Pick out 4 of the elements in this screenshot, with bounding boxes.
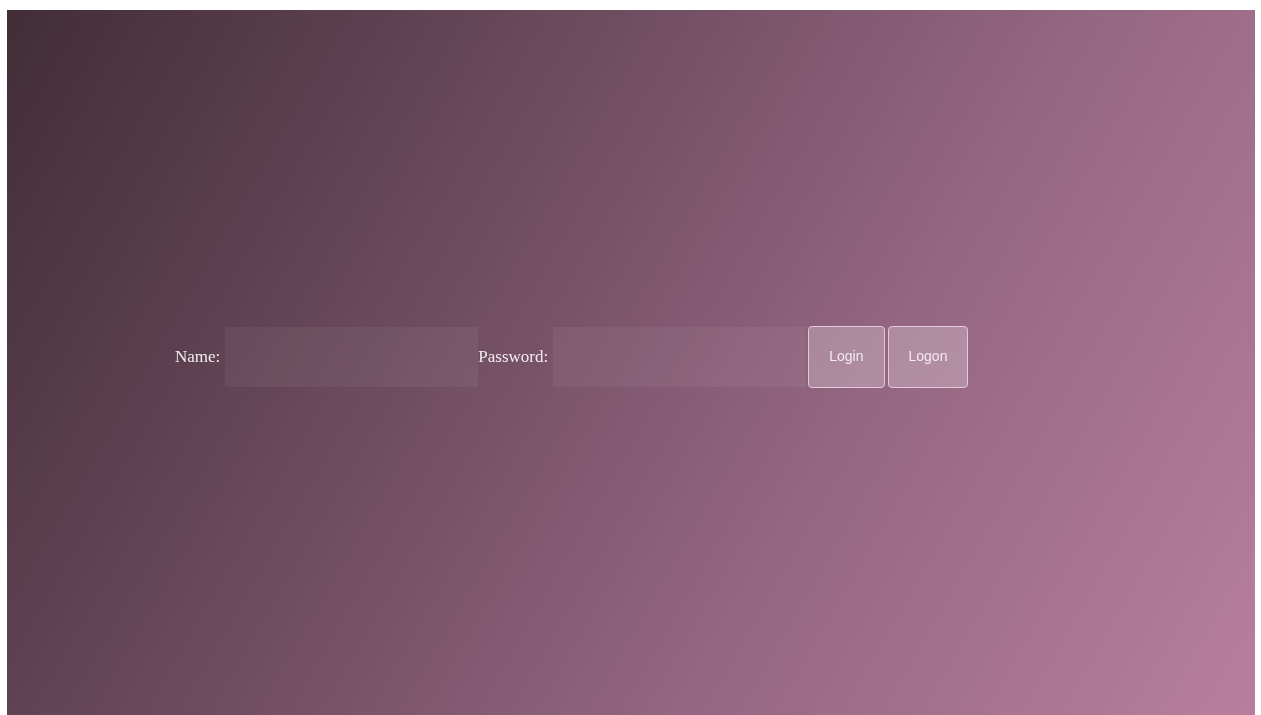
field-label: Password: (478, 345, 549, 368)
logon-button[interactable]: Logon (887, 325, 969, 388)
field-label: Name: (175, 345, 221, 368)
login-button[interactable]: Login (808, 325, 885, 388)
